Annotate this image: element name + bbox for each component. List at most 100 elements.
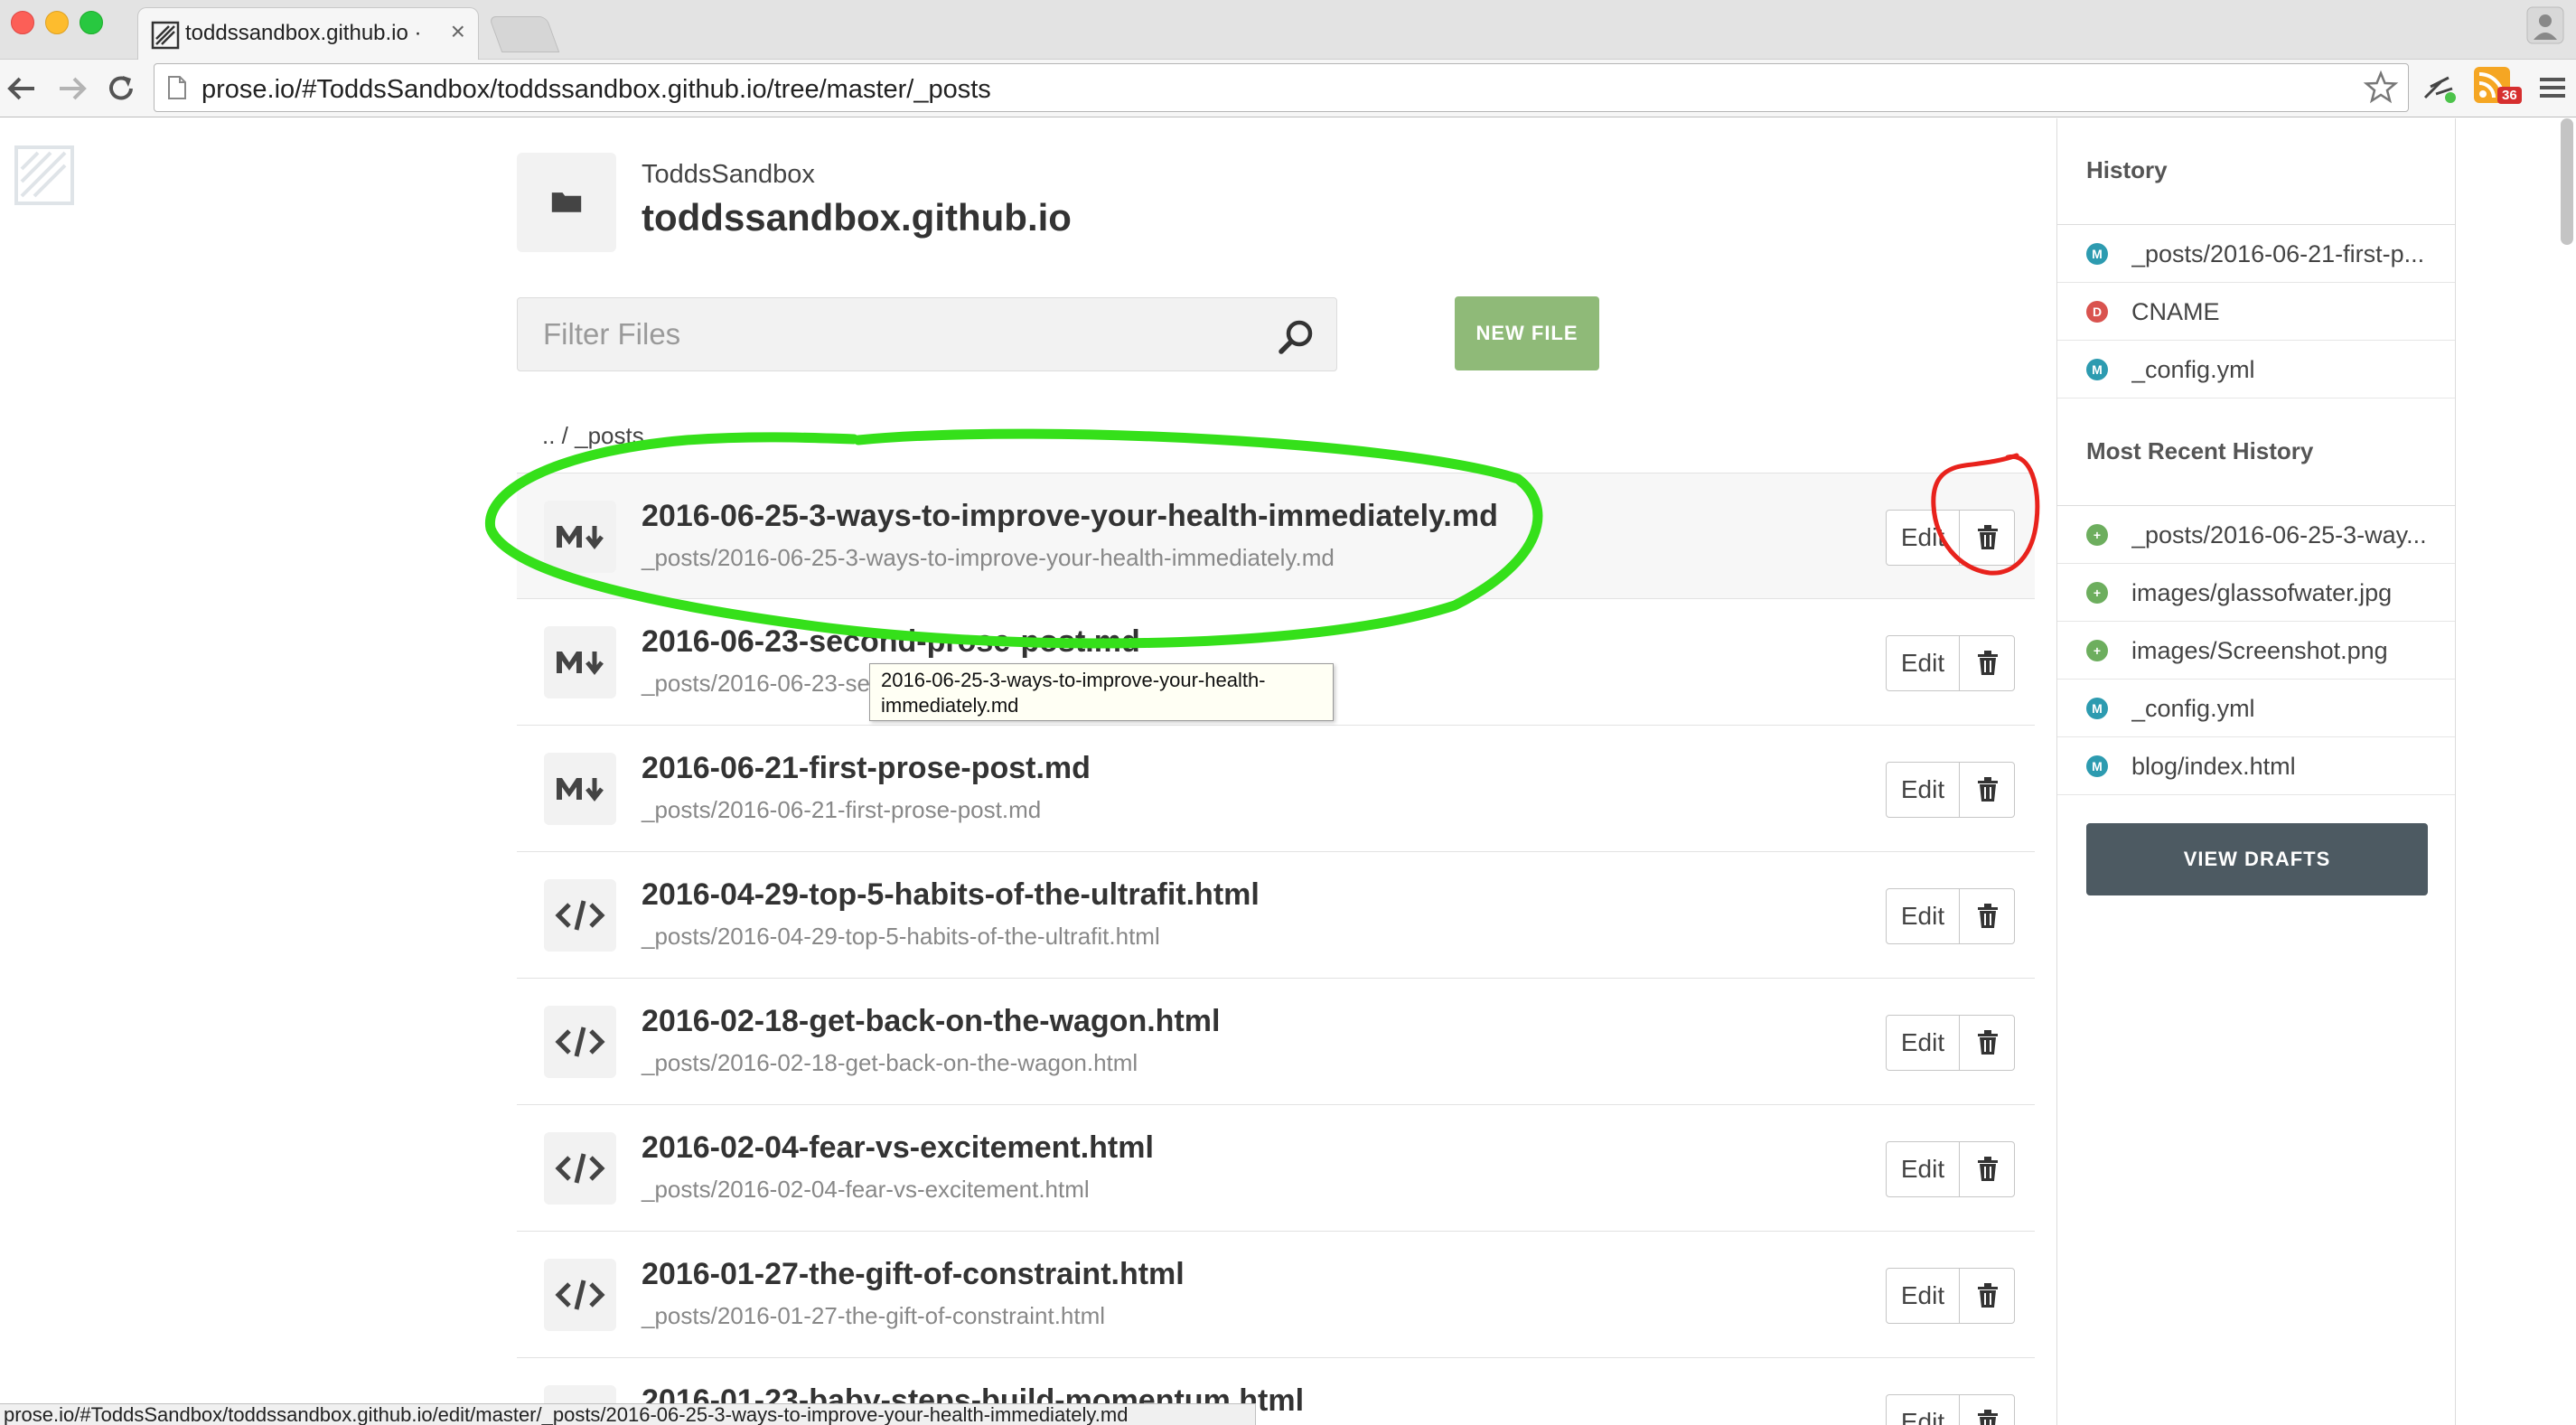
- file-row[interactable]: 2016-04-29-top-5-habits-of-the-ultrafit.…: [517, 852, 2035, 979]
- edit-file-button[interactable]: Edit: [1886, 1015, 1960, 1071]
- delete-file-button[interactable]: [1959, 635, 2015, 691]
- file-path: _posts/2016-02-04-fear-vs-excitement.htm…: [642, 1176, 1090, 1203]
- delete-file-button[interactable]: [1959, 762, 2015, 818]
- change-status-icon: M: [2086, 359, 2108, 380]
- prose-page: ToddsSandbox toddssandbox.github.io NEW …: [0, 118, 2576, 1425]
- delete-file-button[interactable]: [1959, 1394, 2015, 1425]
- hamburger-menu-icon[interactable]: [2537, 72, 2568, 103]
- repo-owner[interactable]: ToddsSandbox: [642, 160, 815, 190]
- bookmark-star-icon[interactable]: [2363, 70, 2399, 106]
- extension-icon[interactable]: [2421, 70, 2458, 107]
- file-name[interactable]: 2016-06-25-3-ways-to-improve-your-health…: [642, 499, 1498, 534]
- trash-icon: [1978, 525, 1998, 549]
- history-item[interactable]: + images/Screenshot.png: [2057, 622, 2455, 680]
- markdown-icon: [557, 652, 604, 676]
- window-close-button[interactable]: [11, 11, 34, 34]
- file-path: _posts/2016-04-29-top-5-habits-of-the-ul…: [642, 923, 1160, 950]
- trash-icon: [1978, 777, 1998, 802]
- file-name[interactable]: 2016-06-21-first-prose-post.md: [642, 751, 1091, 786]
- repo-name[interactable]: toddssandbox.github.io: [642, 196, 1072, 239]
- profile-icon[interactable]: [2525, 5, 2565, 45]
- change-status-icon: +: [2086, 524, 2108, 546]
- history-item-label: blog/index.html: [2131, 753, 2296, 780]
- view-drafts-button[interactable]: VIEW DRAFTS: [2086, 823, 2428, 895]
- history-item-label: _posts/2016-06-21-first-p...: [2131, 240, 2425, 267]
- address-bar[interactable]: prose.io/#ToddsSandbox/toddssandbox.gith…: [154, 63, 2409, 112]
- delete-file-button[interactable]: [1959, 1141, 2015, 1197]
- window-minimize-button[interactable]: [45, 11, 69, 34]
- edit-file-button[interactable]: Edit: [1886, 1141, 1960, 1197]
- edit-file-button[interactable]: Edit: [1886, 1394, 1960, 1425]
- file-row[interactable]: 2016-02-18-get-back-on-the-wagon.html _po…: [517, 979, 2035, 1105]
- history-item-label: _config.yml: [2131, 695, 2255, 722]
- trash-icon: [1978, 904, 1998, 928]
- breadcrumb[interactable]: .. / _posts: [542, 422, 644, 450]
- edit-file-button[interactable]: Edit: [1886, 510, 1960, 566]
- new-tab-button[interactable]: [488, 16, 560, 52]
- change-status-icon: M: [2086, 243, 2108, 265]
- history-item[interactable]: Mblog/index.html: [2057, 737, 2455, 795]
- html-code-icon: [555, 900, 605, 931]
- browser-tab[interactable]: toddssandbox.github.io · P ×: [137, 7, 479, 60]
- html-code-icon: [555, 1027, 605, 1057]
- back-arrow-icon[interactable]: [4, 70, 40, 107]
- trash-icon: [1978, 1030, 1998, 1055]
- file-row[interactable]: 2016-02-04-fear-vs-excitement.html _posts…: [517, 1105, 2035, 1232]
- history-item[interactable]: M _posts/2016-06-21-first-p...: [2057, 225, 2455, 283]
- window-maximize-button[interactable]: [80, 11, 103, 34]
- history-item-label: CNAME: [2131, 298, 2220, 325]
- prose-favicon-icon: [151, 21, 180, 50]
- history-item[interactable]: + _posts/2016-06-25-3-way...: [2057, 506, 2455, 564]
- change-status-icon: +: [2086, 582, 2108, 604]
- search-icon[interactable]: [1277, 318, 1315, 356]
- file-row[interactable]: 2016-06-21-first-prose-post.md _posts/201…: [517, 726, 2035, 852]
- edit-file-button[interactable]: Edit: [1886, 1268, 1960, 1324]
- delete-file-button[interactable]: [1959, 1268, 2015, 1324]
- edit-file-button[interactable]: Edit: [1886, 762, 1960, 818]
- file-name[interactable]: 2016-04-29-top-5-habits-of-the-ultrafit.…: [642, 877, 1260, 913]
- filter-files-box[interactable]: [517, 297, 1337, 371]
- trash-icon: [1978, 1157, 1998, 1181]
- history-item-label: images/glassofwater.jpg: [2131, 579, 2393, 606]
- filter-files-input[interactable]: [518, 298, 1277, 370]
- file-name[interactable]: 2016-06-23-second-prose-post.md: [642, 624, 1140, 660]
- url-text[interactable]: prose.io/#ToddsSandbox/toddssandbox.gith…: [201, 75, 991, 105]
- file-row[interactable]: 2016-01-27-the-gift-of-constraint.html _p…: [517, 1232, 2035, 1358]
- change-status-icon: M: [2086, 698, 2108, 719]
- history-item[interactable]: D CNAME: [2057, 283, 2455, 341]
- history-item[interactable]: M _config.yml: [2057, 680, 2455, 737]
- trash-icon: [1978, 651, 1998, 675]
- delete-file-button[interactable]: [1959, 888, 2015, 944]
- file-type-icon-box: [544, 626, 616, 698]
- file-name[interactable]: 2016-02-18-get-back-on-the-wagon.html: [642, 1004, 1220, 1039]
- file-type-icon-box: [544, 1006, 616, 1078]
- file-name[interactable]: 2016-02-04-fear-vs-excitement.html: [642, 1130, 1154, 1166]
- delete-file-button[interactable]: [1959, 1015, 2015, 1071]
- browser-tab-bar: toddssandbox.github.io · P ×: [0, 0, 2576, 60]
- repo-folder-icon-box: [517, 153, 616, 252]
- rss-unread-badge: 36: [2497, 87, 2522, 104]
- page-scrollbar[interactable]: [2561, 118, 2573, 245]
- history-item[interactable]: M _config.yml: [2057, 341, 2455, 398]
- html-code-icon: [555, 1153, 605, 1184]
- file-path: _posts/2016-06-21-first-prose-post.md: [642, 796, 1042, 823]
- tab-close-icon[interactable]: ×: [451, 17, 465, 46]
- file-name[interactable]: 2016-01-27-the-gift-of-constraint.html: [642, 1257, 1185, 1292]
- trash-icon: [1978, 1283, 1998, 1308]
- rss-extension-icon[interactable]: 36: [2472, 65, 2526, 114]
- history-item-label: _posts/2016-06-25-3-way...: [2131, 521, 2427, 548]
- edit-file-button[interactable]: Edit: [1886, 888, 1960, 944]
- edit-file-button[interactable]: Edit: [1886, 635, 1960, 691]
- file-name-tooltip: 2016-06-25-3-ways-to-improve-your-health…: [869, 663, 1334, 721]
- history-item-label: _config.yml: [2131, 356, 2255, 383]
- prose-logo-icon[interactable]: [13, 144, 76, 207]
- reload-icon[interactable]: [103, 70, 139, 107]
- history-item-label: images/Screenshot.png: [2131, 637, 2388, 664]
- file-type-icon-box: [544, 753, 616, 825]
- forward-arrow-icon[interactable]: [54, 70, 90, 107]
- trash-icon: [1978, 1410, 1998, 1425]
- new-file-button[interactable]: NEW FILE: [1455, 296, 1599, 370]
- file-row[interactable]: 2016-06-25-3-ways-to-improve-your-health…: [517, 473, 2035, 599]
- delete-file-button[interactable]: [1959, 510, 2015, 566]
- history-item[interactable]: + images/glassofwater.jpg: [2057, 564, 2455, 622]
